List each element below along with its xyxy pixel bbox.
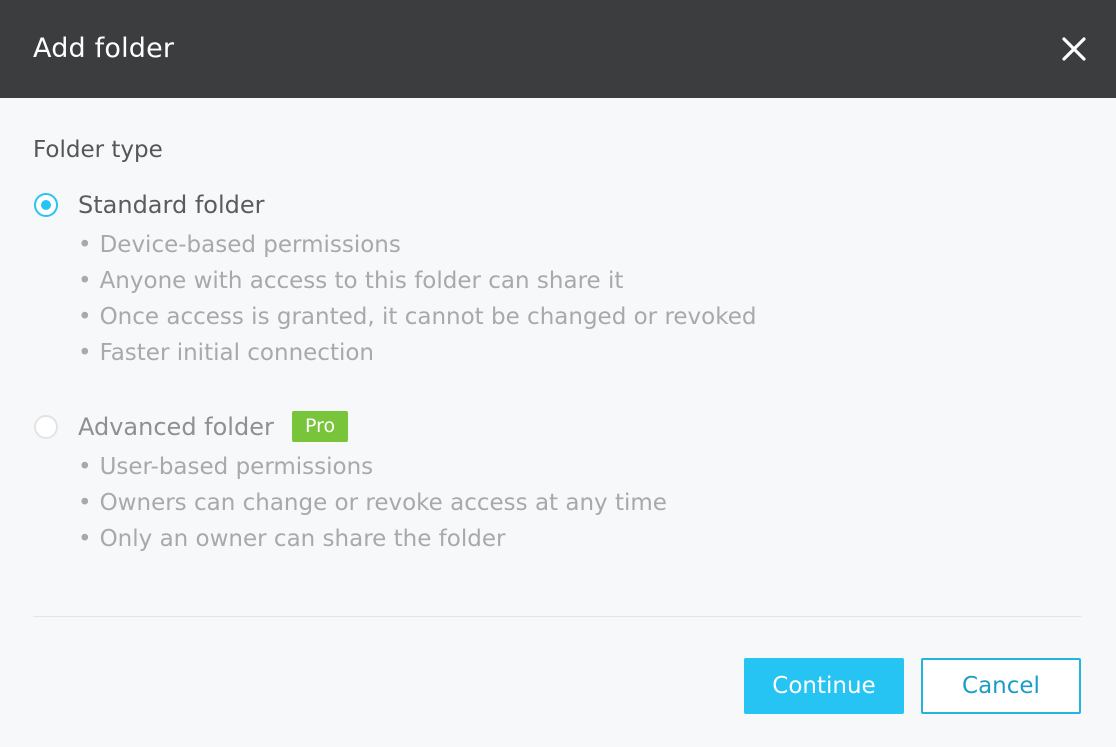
close-icon [1062,37,1086,61]
advanced-folder-radio[interactable] [34,415,58,439]
standard-folder-bullet: • Device-based permissions [78,232,401,258]
cancel-button[interactable]: Cancel [921,658,1081,714]
standard-folder-bullet: • Once access is granted, it cannot be ch… [78,304,757,330]
standard-folder-label[interactable]: Standard folder [78,189,264,221]
dialog-header: Add folder [0,0,1116,98]
advanced-folder-label[interactable]: Advanced folder [78,411,274,443]
footer-divider [33,616,1081,617]
add-folder-dialog: Add folder Folder type Standard folder •… [0,0,1116,747]
advanced-folder-bullet: • Owners can change or revoke access at a… [78,490,667,516]
advanced-folder-bullet: • User-based permissions [78,454,374,480]
close-button[interactable] [1054,29,1094,69]
standard-folder-bullet: • Faster initial connection [78,340,374,366]
dialog-title: Add folder [33,33,175,64]
standard-folder-bullet: • Anyone with access to this folder can s… [78,268,624,294]
standard-folder-radio[interactable] [34,193,58,217]
continue-button[interactable]: Continue [744,658,904,714]
advanced-folder-bullet: • Only an owner can share the folder [78,526,506,552]
pro-badge: Pro [292,411,349,442]
folder-type-heading: Folder type [33,137,163,163]
